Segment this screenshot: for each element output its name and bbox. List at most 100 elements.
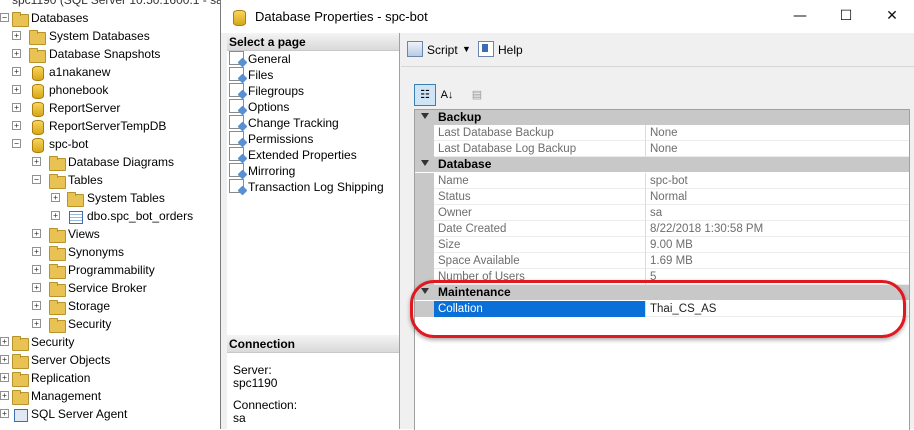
property-row[interactable]: Size 9.00 MB bbox=[415, 237, 909, 253]
page-general[interactable]: General bbox=[229, 51, 291, 67]
tree-node-label: Service Broker bbox=[68, 281, 147, 295]
minimize-button[interactable]: — bbox=[777, 0, 823, 33]
dialog-toolbar: Script ▼ Help bbox=[401, 33, 914, 65]
dialog-title: Database Properties - spc-bot bbox=[255, 9, 428, 24]
connection-header: Connection bbox=[227, 335, 399, 353]
database-icon bbox=[29, 119, 45, 135]
page-filegroups[interactable]: Filegroups bbox=[229, 83, 304, 99]
script-icon bbox=[407, 41, 423, 57]
expand-icon[interactable]: + bbox=[12, 121, 21, 130]
expand-icon[interactable]: + bbox=[0, 355, 9, 364]
property-value: None bbox=[650, 127, 678, 139]
collapse-icon[interactable]: − bbox=[32, 175, 41, 184]
page-selector-pane: Select a page General Files Filegroups O… bbox=[227, 33, 400, 429]
collapse-icon[interactable]: − bbox=[0, 13, 9, 22]
wrench-page-icon bbox=[229, 99, 244, 113]
property-row[interactable]: Name spc-bot bbox=[415, 173, 909, 189]
script-button[interactable]: Script bbox=[407, 41, 458, 57]
tree-node-label: dbo.spc_bot_orders bbox=[87, 209, 194, 223]
agent-icon bbox=[12, 407, 28, 422]
wrench-page-icon bbox=[229, 179, 244, 193]
page-options[interactable]: Options bbox=[229, 99, 289, 115]
expand-icon[interactable]: + bbox=[51, 193, 60, 202]
page-files[interactable]: Files bbox=[229, 67, 273, 83]
tree-node-label: ReportServerTempDB bbox=[49, 119, 167, 133]
expand-icon[interactable]: + bbox=[12, 85, 21, 94]
tree-node-label: Tables bbox=[68, 173, 103, 187]
tree-node-label: Storage bbox=[68, 299, 111, 313]
tree-node-label: System Databases bbox=[49, 29, 150, 43]
toolbar-divider bbox=[401, 66, 914, 67]
page-change-tracking[interactable]: Change Tracking bbox=[229, 115, 339, 131]
page-transaction-log-shipping[interactable]: Transaction Log Shipping bbox=[229, 179, 384, 195]
folder-icon bbox=[49, 263, 66, 279]
expand-icon[interactable]: + bbox=[32, 319, 41, 328]
page-label: Mirroring bbox=[248, 164, 296, 178]
folder-icon bbox=[49, 245, 66, 261]
expand-icon[interactable]: + bbox=[0, 337, 9, 346]
expand-icon[interactable]: + bbox=[32, 157, 41, 166]
page-label: General bbox=[248, 52, 291, 66]
property-row[interactable]: Status Normal bbox=[415, 189, 909, 205]
help-button[interactable]: Help bbox=[478, 41, 523, 57]
expand-icon[interactable]: + bbox=[32, 283, 41, 292]
folder-icon bbox=[49, 299, 66, 315]
collapse-icon[interactable] bbox=[421, 160, 429, 166]
expand-icon[interactable]: + bbox=[12, 49, 21, 58]
alphabetical-sort-icon[interactable]: A↓ bbox=[436, 84, 458, 106]
wrench-page-icon bbox=[229, 147, 244, 161]
script-label: Script bbox=[427, 43, 458, 57]
highlight-annotation-ring bbox=[410, 280, 906, 338]
expand-icon[interactable]: + bbox=[12, 103, 21, 112]
collapse-icon[interactable]: − bbox=[12, 139, 21, 148]
expand-icon[interactable]: + bbox=[0, 391, 9, 400]
folder-icon bbox=[29, 29, 46, 45]
property-name: Last Database Backup bbox=[438, 127, 554, 139]
page-label: Files bbox=[248, 68, 274, 82]
property-value: 1.69 MB bbox=[650, 255, 693, 267]
tree-node-label: Replication bbox=[31, 371, 91, 385]
script-dropdown-icon[interactable]: ▼ bbox=[462, 41, 471, 57]
page-label: Extended Properties bbox=[248, 148, 357, 162]
tree-node-label: SQL Server Agent bbox=[31, 407, 128, 421]
expand-icon[interactable]: + bbox=[32, 229, 41, 238]
expand-icon[interactable]: + bbox=[51, 211, 60, 220]
property-name: Date Created bbox=[438, 223, 507, 235]
close-button[interactable]: ✕ bbox=[869, 0, 914, 33]
expand-icon[interactable]: + bbox=[32, 247, 41, 256]
property-row[interactable]: Last Database Log Backup None bbox=[415, 141, 909, 157]
wrench-page-icon bbox=[229, 163, 244, 177]
tree-node-label: Database Diagrams bbox=[68, 155, 175, 169]
property-pages-icon[interactable]: ▤ bbox=[466, 84, 488, 106]
page-permissions[interactable]: Permissions bbox=[229, 131, 313, 147]
property-name: Status bbox=[438, 191, 471, 203]
collapse-icon[interactable] bbox=[421, 113, 429, 119]
tree-node-label: Security bbox=[31, 335, 75, 349]
expand-icon[interactable]: + bbox=[0, 373, 9, 382]
expand-icon[interactable]: + bbox=[12, 67, 21, 76]
page-label: Change Tracking bbox=[248, 116, 339, 130]
property-row[interactable]: Date Created 8/22/2018 1:30:58 PM bbox=[415, 221, 909, 237]
categorized-icon[interactable]: ☷ bbox=[414, 84, 436, 106]
category-database[interactable]: Database bbox=[415, 157, 909, 172]
property-row[interactable]: Space Available 1.69 MB bbox=[415, 253, 909, 269]
title-bar[interactable]: Database Properties - spc-bot — ☐ ✕ bbox=[221, 0, 914, 33]
property-row[interactable]: Owner sa bbox=[415, 205, 909, 221]
connection-value: sa bbox=[233, 411, 246, 425]
property-name: Last Database Log Backup bbox=[438, 143, 577, 155]
folder-icon bbox=[67, 191, 84, 207]
server-node-label: spc1190 (SQL Server 10.50.1600.1 - sa) bbox=[12, 0, 222, 7]
expand-icon[interactable]: + bbox=[32, 301, 41, 310]
maximize-button[interactable]: ☐ bbox=[823, 0, 869, 33]
folder-icon bbox=[49, 173, 66, 189]
folder-icon bbox=[12, 389, 29, 405]
category-backup[interactable]: Backup bbox=[415, 110, 909, 125]
expand-icon[interactable]: + bbox=[0, 409, 9, 418]
page-mirroring[interactable]: Mirroring bbox=[229, 163, 295, 179]
property-row[interactable]: Last Database Backup None bbox=[415, 125, 909, 141]
expand-icon[interactable]: + bbox=[12, 31, 21, 40]
folder-icon bbox=[12, 371, 29, 387]
page-extended-properties[interactable]: Extended Properties bbox=[229, 147, 357, 163]
expand-icon[interactable]: + bbox=[32, 265, 41, 274]
tree-node-label: Views bbox=[68, 227, 100, 241]
